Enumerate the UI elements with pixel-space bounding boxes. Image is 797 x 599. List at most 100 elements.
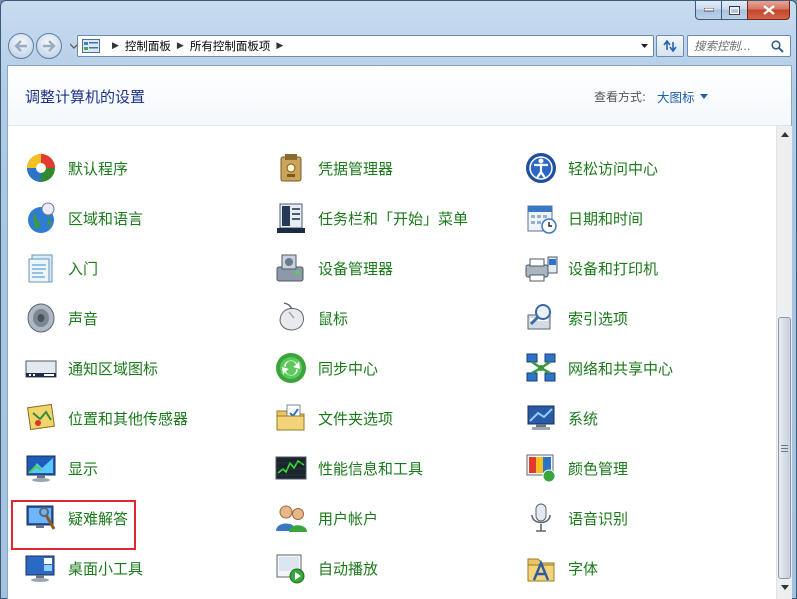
sync-center-icon <box>276 353 306 383</box>
breadcrumb-control-panel[interactable]: 控制面板 <box>125 38 171 54</box>
fonts-icon <box>527 558 555 582</box>
control-panel-item[interactable]: 用户帐户 <box>274 498 378 538</box>
item-label: 设备管理器 <box>318 259 394 278</box>
device-manager-icon <box>276 254 304 282</box>
folder-options-icon <box>276 404 305 431</box>
control-panel-item[interactable]: 轻松访问中心 <box>524 148 658 188</box>
sound-icon <box>27 303 55 333</box>
content-pane: 调整计算机的设置 查看方式: 大图标 默认程序 凭据管理器 轻松访问中心区域和语言 任… <box>7 65 792 599</box>
partial-item-icon <box>32 126 58 130</box>
address-bar[interactable]: ▶ 控制面板 ▶ 所有控制面板项 ▶ <box>77 35 654 57</box>
breadcrumb-separator-icon[interactable]: ▶ <box>112 41 119 51</box>
control-panel-item[interactable]: 索引选项 <box>524 298 628 338</box>
item-label: 通知区域图标 <box>68 359 159 378</box>
item-label: 系统 <box>568 409 599 428</box>
scroll-down-icon <box>781 584 789 590</box>
view-by-value[interactable]: 大图标 <box>657 87 695 106</box>
control-panel-item[interactable]: 网络和共享中心 <box>524 348 673 388</box>
control-panel-item[interactable]: 区域和语言 <box>24 198 143 238</box>
item-label: 颜色管理 <box>568 459 629 478</box>
thumb-grip <box>781 444 788 452</box>
notification-area-icon <box>25 360 57 378</box>
control-panel-item[interactable]: 设备和打印机 <box>524 248 658 288</box>
control-panel-item[interactable]: 通知区域图标 <box>24 348 158 388</box>
user-accounts-icon <box>276 505 307 532</box>
control-panel-item[interactable]: 系统 <box>524 398 598 438</box>
ease-of-access-icon <box>526 153 556 183</box>
control-panel-item[interactable]: 日期和时间 <box>524 198 643 238</box>
breadcrumb-all-items[interactable]: 所有控制面板项 <box>190 38 271 54</box>
item-label: 语音识别 <box>568 509 629 528</box>
control-panel-item[interactable]: 默认程序 <box>24 148 128 188</box>
caption-buttons <box>695 1 790 22</box>
control-panel-item[interactable]: 声音 <box>24 298 98 338</box>
vertical-scrollbar[interactable] <box>776 126 792 599</box>
control-panel-item[interactable]: 显示 <box>24 448 98 488</box>
refresh-button[interactable] <box>656 35 684 57</box>
item-label: 自动播放 <box>318 559 379 578</box>
control-panel-item[interactable]: 文件夹选项 <box>274 398 393 438</box>
control-panel-item[interactable]: 性能信息和工具 <box>274 448 423 488</box>
search-box[interactable] <box>687 35 791 57</box>
item-label: 性能信息和工具 <box>318 459 424 478</box>
forward-arrow-icon <box>43 40 56 52</box>
control-panel-item[interactable]: 同步中心 <box>274 348 378 388</box>
color-management-icon <box>526 454 556 483</box>
minimize-button[interactable] <box>695 1 721 20</box>
item-label: 用户帐户 <box>318 509 379 528</box>
indexing-options-icon <box>527 304 551 330</box>
troubleshooting-icon <box>26 505 56 530</box>
control-panel-item[interactable]: 入门 <box>24 248 98 288</box>
speech-recognition-icon <box>531 503 551 532</box>
control-panel-item[interactable]: 桌面小工具 <box>24 548 143 588</box>
control-panel-item[interactable]: 任务栏和「开始」菜单 <box>274 198 468 238</box>
item-label: 凭据管理器 <box>318 159 394 178</box>
view-by-dropdown[interactable]: 大图标 <box>657 87 708 106</box>
breadcrumb-separator-icon[interactable]: ▶ <box>276 41 283 51</box>
control-panel-item[interactable]: 鼠标 <box>274 298 348 338</box>
getting-started-icon <box>28 254 53 283</box>
devices-printers-icon <box>525 256 558 282</box>
items-grid: 默认程序 凭据管理器 轻松访问中心区域和语言 任务栏和「开始」菜单 日期和时间入门 设备管… <box>8 126 775 599</box>
item-label: 桌面小工具 <box>68 559 144 578</box>
control-panel-item[interactable]: 自动播放 <box>274 548 378 588</box>
desktop-gadgets-icon <box>25 555 55 582</box>
scrollbar-thumb[interactable] <box>778 317 791 579</box>
display-icon <box>26 455 56 482</box>
control-panel-item[interactable]: 语音识别 <box>524 498 628 538</box>
control-panel-item[interactable]: 疑难解答 <box>24 498 128 538</box>
address-dropdown-icon[interactable] <box>640 40 649 52</box>
scroll-down-button[interactable] <box>777 579 793 595</box>
control-panel-item[interactable]: 颜色管理 <box>524 448 628 488</box>
item-label: 网络和共享中心 <box>568 359 674 378</box>
scroll-up-button[interactable] <box>777 126 793 142</box>
content-header: 调整计算机的设置 查看方式: 大图标 <box>8 66 791 126</box>
item-label: 区域和语言 <box>68 209 144 228</box>
forward-button[interactable] <box>36 33 62 59</box>
maximize-icon <box>729 5 740 15</box>
control-panel-item[interactable]: 字体 <box>524 548 598 588</box>
breadcrumb-separator-icon[interactable]: ▶ <box>177 41 184 51</box>
close-button[interactable] <box>747 1 790 20</box>
item-label: 默认程序 <box>68 159 129 178</box>
control-panel-item[interactable]: 位置和其他传感器 <box>24 398 188 438</box>
item-label: 鼠标 <box>318 309 349 328</box>
back-button[interactable] <box>8 33 34 59</box>
autoplay-icon <box>276 554 305 584</box>
control-panel-item[interactable]: 凭据管理器 <box>274 148 393 188</box>
taskbar-start-menu-icon <box>277 203 305 233</box>
date-time-icon <box>527 205 557 234</box>
view-by-label: 查看方式: <box>594 90 647 104</box>
credential-manager-icon <box>280 154 302 182</box>
maximize-button[interactable] <box>721 1 747 20</box>
window-frame: ▶ 控制面板 ▶ 所有控制面板项 ▶ 调整计算机的设置 查看方式: 大图标 <box>0 0 797 599</box>
control-panel-item[interactable]: 设备管理器 <box>274 248 393 288</box>
item-label: 疑难解答 <box>68 509 129 528</box>
nav-buttons <box>8 33 78 59</box>
mouse-icon <box>279 302 304 331</box>
page-title: 调整计算机的设置 <box>25 88 146 106</box>
search-icon[interactable] <box>771 40 784 53</box>
partial-item-icon <box>534 126 560 130</box>
refresh-icon <box>663 39 677 53</box>
search-input[interactable] <box>694 39 770 53</box>
